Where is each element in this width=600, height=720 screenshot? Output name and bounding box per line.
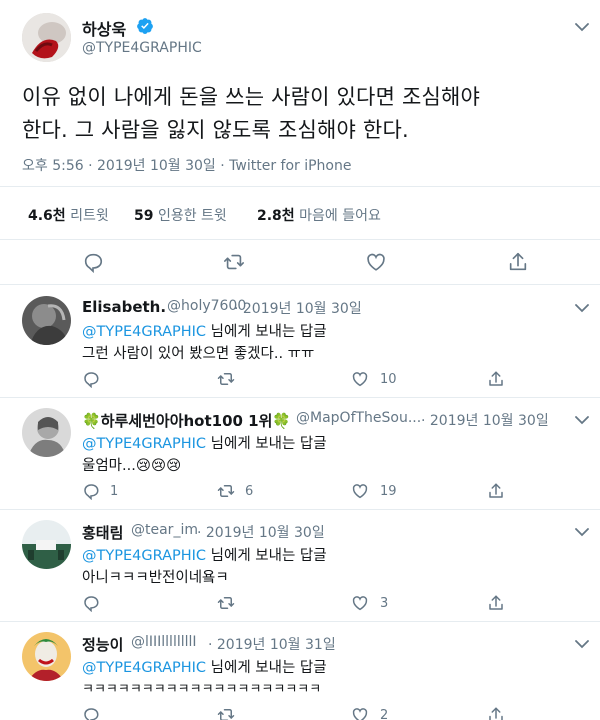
clover-emoji-icon: 🍀	[272, 412, 292, 430]
retweet-count: 6	[245, 484, 254, 499]
reply-author-name[interactable]: 정능이	[82, 634, 123, 655]
replying-to: @TYPE4GRAPHIC 님에게 보내는 답글	[82, 660, 327, 676]
reply-tweet[interactable]: 정능이 @lIIIllllllllI · 2019년 10월 31일 @TYPE…	[0, 622, 600, 720]
reply-avatar[interactable]	[22, 520, 71, 569]
reply-author-handle[interactable]: @MapOfTheSou...	[296, 410, 421, 426]
reply-author-name[interactable]: 🍀하루세번아아hot100 1위🍀	[82, 410, 291, 431]
replying-to-link[interactable]: @TYPE4GRAPHIC	[82, 436, 206, 452]
chevron-down-icon[interactable]	[575, 527, 589, 537]
reply-date[interactable]: · 2019년 10월 30일	[234, 298, 362, 318]
share-icon[interactable]	[507, 251, 529, 273]
retweet-icon[interactable]	[217, 370, 235, 388]
replying-to: @TYPE4GRAPHIC 님에게 보내는 답글	[82, 436, 327, 452]
tweet-text-line-2: 한다. 그 사람을 잃지 않도록 조심해야 한다.	[22, 118, 409, 142]
reply-author-handle[interactable]: @tear_im	[131, 522, 198, 538]
share-icon[interactable]	[487, 594, 505, 612]
reply-text: 울엄마...😢😢😢	[82, 458, 182, 474]
likes-stat[interactable]: 2.8천 마음에 들어요	[257, 205, 381, 225]
share-icon[interactable]	[487, 370, 505, 388]
reply-tweet[interactable]: 홍태림 @tear_im · 2019년 10월 30일 @TYPE4GRAPH…	[0, 510, 600, 622]
replying-to: @TYPE4GRAPHIC 님에게 보내는 답글	[82, 324, 327, 340]
reply-icon[interactable]	[82, 370, 100, 388]
retweet-icon[interactable]	[223, 251, 245, 273]
like-count: 2	[380, 708, 389, 720]
retweet-icon[interactable]	[217, 594, 235, 612]
author-name[interactable]: 하상욱	[82, 16, 126, 40]
like-icon[interactable]	[351, 706, 369, 720]
retweet-icon[interactable]	[217, 706, 235, 720]
share-icon[interactable]	[487, 706, 505, 720]
like-icon[interactable]	[351, 594, 369, 612]
like-count: 19	[380, 484, 397, 499]
reply-avatar[interactable]	[22, 296, 71, 345]
reply-date[interactable]: · 2019년 10월 30일	[197, 522, 325, 542]
chevron-down-icon[interactable]	[575, 639, 589, 649]
reply-icon[interactable]	[82, 706, 100, 720]
replying-to-link[interactable]: @TYPE4GRAPHIC	[82, 548, 206, 564]
author-avatar[interactable]	[22, 13, 71, 62]
reply-author-name[interactable]: 홍태림	[82, 522, 123, 543]
reply-tweet[interactable]: Elisabeth. @holy7600 · 2019년 10월 30일 @TY…	[0, 286, 600, 398]
replying-to: @TYPE4GRAPHIC 님에게 보내는 답글	[82, 548, 327, 564]
replying-to-link[interactable]: @TYPE4GRAPHIC	[82, 660, 206, 676]
reply-date[interactable]: · 2019년 10월 31일	[208, 634, 336, 654]
reply-icon[interactable]	[82, 251, 104, 273]
reply-text: 그런 사람이 있어 봤으면 좋겠다.. ㅠㅠ	[82, 346, 315, 362]
reply-icon[interactable]	[82, 594, 100, 612]
reply-text: ㅋㅋㅋㅋㅋㅋㅋㅋㅋㅋㅋㅋㅋㅋㅋㅋㅋㅋㅋㅋ	[82, 682, 322, 697]
retweets-stat[interactable]: 4.6천 리트윗	[28, 205, 109, 225]
reply-avatar[interactable]	[22, 632, 71, 681]
like-icon[interactable]	[365, 251, 387, 273]
chevron-down-icon[interactable]	[575, 415, 589, 425]
like-icon[interactable]	[351, 482, 369, 500]
retweet-icon[interactable]	[217, 482, 235, 500]
like-count: 10	[380, 372, 397, 387]
quotes-stat[interactable]: 59 인용한 트윗	[134, 205, 227, 225]
clover-emoji-icon: 🍀	[82, 412, 101, 430]
reply-text: 아니ㅋㅋㅋ반전이네욬ㅋ	[82, 570, 229, 586]
reply-date[interactable]: · 2019년 10월 30일	[421, 410, 549, 430]
chevron-down-icon[interactable]	[575, 22, 589, 32]
reply-count: 1	[110, 484, 119, 499]
like-count: 3	[380, 596, 389, 611]
reply-tweet[interactable]: 🍀하루세번아아hot100 1위🍀 @MapOfTheSou... · 2019…	[0, 398, 600, 510]
replying-to-link[interactable]: @TYPE4GRAPHIC	[82, 324, 206, 340]
tweet-timestamp[interactable]: 오후 5:56 · 2019년 10월 30일 · Twitter for iP…	[22, 155, 351, 175]
verified-badge-icon	[136, 17, 154, 35]
tweet-text-line-1: 이유 없이 나에게 돈을 쓰는 사람이 있다면 조심해야	[22, 85, 481, 109]
reply-author-name[interactable]: Elisabeth.	[82, 298, 166, 316]
share-icon[interactable]	[487, 482, 505, 500]
reply-avatar[interactable]	[22, 408, 71, 457]
like-icon[interactable]	[351, 370, 369, 388]
main-tweet: 하상욱 @TYPE4GRAPHIC 이유 없이 나에게 돈을 쓰는 사람이 있다…	[0, 0, 600, 285]
author-handle[interactable]: @TYPE4GRAPHIC	[82, 40, 202, 56]
tweet-stats: 4.6천 리트윗 59 인용한 트윗 2.8천 마음에 들어요	[0, 186, 600, 240]
chevron-down-icon[interactable]	[575, 303, 589, 313]
reply-author-handle[interactable]: @lIIIllllllllI	[131, 634, 197, 650]
reply-icon[interactable]	[82, 482, 100, 500]
